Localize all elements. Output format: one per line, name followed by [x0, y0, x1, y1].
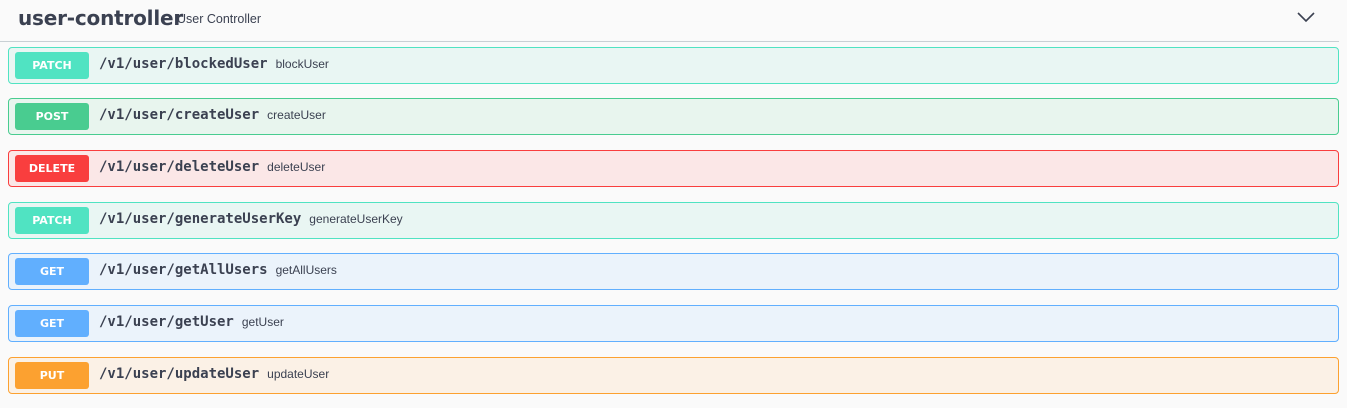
operation-path: /v1/user/generateUserKey generateUserKey — [99, 211, 403, 227]
operation-block-update-user[interactable]: PUT /v1/user/updateUser updateUser — [8, 357, 1339, 394]
operation-block-delete-user[interactable]: DELETE /v1/user/deleteUser deleteUser — [8, 150, 1339, 187]
operation-block-get-user[interactable]: GET /v1/user/getUser getUser — [8, 305, 1339, 342]
operation-path: /v1/user/getUser getUser — [99, 314, 284, 330]
operation-path: /v1/user/getAllUsers getAllUsers — [99, 262, 337, 278]
operation-path: /v1/user/deleteUser deleteUser — [99, 159, 326, 175]
operation-block-get-all-users[interactable]: GET /v1/user/getAllUsers getAllUsers — [8, 253, 1339, 290]
operation-summary: deleteUser — [267, 160, 326, 174]
method-badge: GET — [15, 258, 89, 285]
operation-path: /v1/user/updateUser updateUser — [99, 366, 330, 382]
chevron-down-icon[interactable] — [1296, 10, 1316, 24]
tag-header-user-controller[interactable]: user-controller User Controller — [0, 0, 1339, 42]
operation-block-blocked-user[interactable]: PATCH /v1/user/blockedUser blockUser — [8, 47, 1339, 84]
operation-block-generate-user-key[interactable]: PATCH /v1/user/generateUserKey generateUs… — [8, 202, 1339, 239]
operation-summary: generateUserKey — [309, 212, 403, 226]
method-badge: GET — [15, 310, 89, 337]
tag-title: user-controller — [18, 6, 184, 30]
tag-description: User Controller — [177, 12, 262, 26]
operation-summary: getAllUsers — [275, 263, 337, 277]
operation-summary: blockUser — [275, 57, 329, 71]
method-badge: PATCH — [15, 52, 89, 79]
swagger-tag-section: user-controller User Controller PATCH /v… — [0, 0, 1347, 408]
method-badge: PATCH — [15, 207, 89, 234]
method-badge: PUT — [15, 362, 89, 389]
method-badge: POST — [15, 103, 89, 130]
operation-path: /v1/user/blockedUser blockUser — [99, 56, 329, 72]
operation-summary: getUser — [241, 315, 284, 329]
operation-summary: createUser — [267, 108, 326, 122]
operation-summary: updateUser — [267, 367, 330, 381]
operation-block-create-user[interactable]: POST /v1/user/createUser createUser — [8, 98, 1339, 135]
operation-path: /v1/user/createUser createUser — [99, 107, 326, 123]
method-badge: DELETE — [15, 155, 89, 182]
